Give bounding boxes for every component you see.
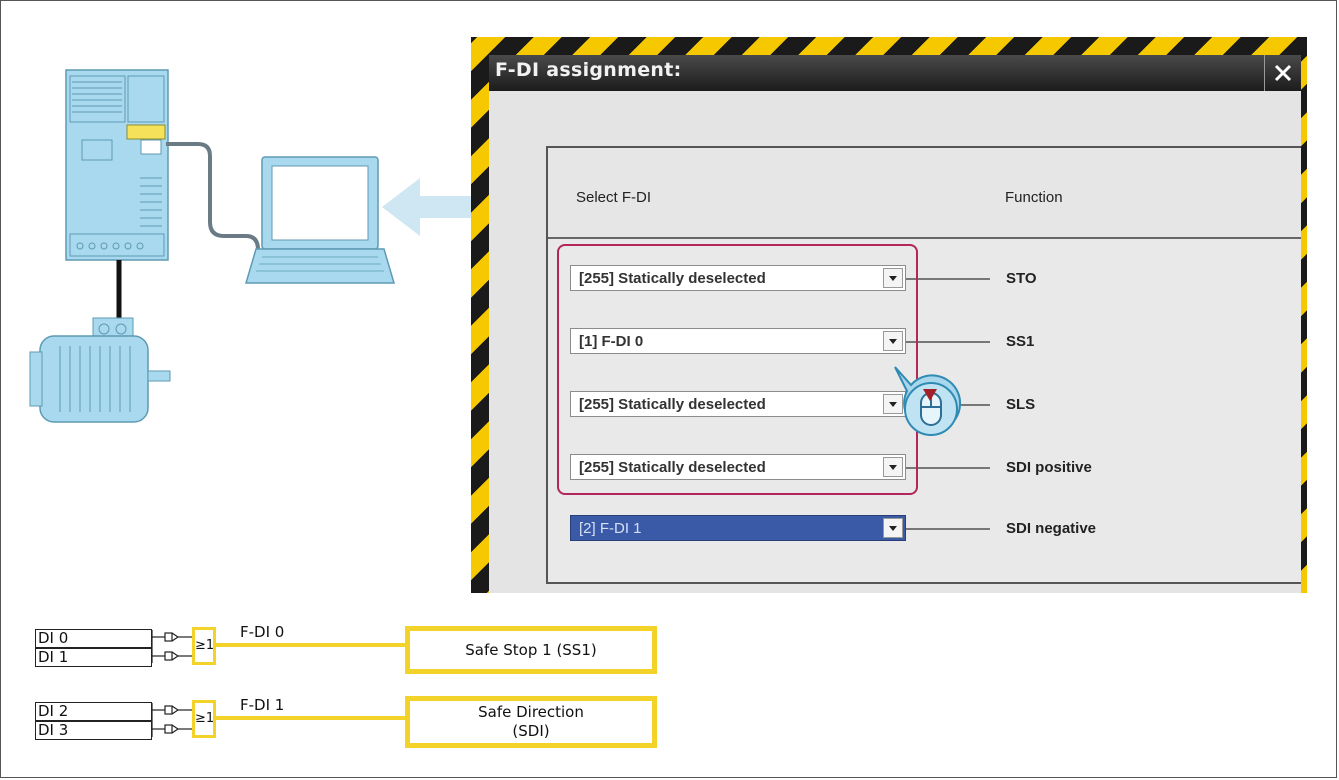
motor-icon bbox=[29, 317, 171, 423]
signal-line-2 bbox=[214, 716, 406, 720]
safe-direction-label-line2: (SDI) bbox=[512, 722, 550, 740]
di-1-box: DI 1 bbox=[35, 648, 152, 667]
signal-line-1 bbox=[214, 643, 406, 647]
laptop-icon bbox=[244, 156, 396, 284]
selection-highlight bbox=[557, 244, 918, 495]
safe-stop-1-label: Safe Stop 1 (SS1) bbox=[465, 640, 597, 659]
dialog-title: F-DI assignment: bbox=[495, 59, 682, 81]
close-button[interactable] bbox=[1264, 55, 1301, 91]
di-3-box: DI 3 bbox=[35, 721, 152, 740]
f-di-select-sdi-negative[interactable]: [2] F-DI 1 bbox=[570, 515, 906, 541]
function-label-sdi-positive: SDI positive bbox=[1006, 459, 1092, 476]
chevron-down-icon[interactable] bbox=[883, 518, 903, 538]
function-label-sdi-negative: SDI negative bbox=[1006, 520, 1097, 537]
safe-direction-box: Safe Direction (SDI) bbox=[405, 696, 657, 748]
panel-header: Select F-DI Function bbox=[548, 148, 1301, 239]
select-f-di-header: Select F-DI bbox=[576, 189, 652, 206]
or-gate-1: ≥1 bbox=[192, 627, 216, 665]
function-label-ss1: SS1 bbox=[1006, 333, 1035, 350]
function-label-sls: SLS bbox=[1006, 396, 1036, 413]
function-label-sto: STO bbox=[1006, 270, 1037, 287]
converter-icon bbox=[65, 69, 169, 261]
connector-line bbox=[906, 278, 990, 280]
logic-diagram: DI 0 DI 1 ≥1 F-DI 0 Safe Stop 1 (SS1) DI… bbox=[0, 600, 700, 770]
connector-line bbox=[906, 528, 990, 530]
arrow-left-icon bbox=[382, 178, 476, 236]
di-0-box: DI 0 bbox=[35, 629, 152, 648]
function-header: Function bbox=[1005, 189, 1063, 206]
combo-value: [2] F-DI 1 bbox=[579, 520, 642, 537]
or-gate-2: ≥1 bbox=[192, 700, 216, 738]
connector-line bbox=[906, 467, 990, 469]
f-di-0-label: F-DI 0 bbox=[240, 623, 285, 641]
hardware-illustration bbox=[29, 69, 476, 423]
safe-stop-1-box: Safe Stop 1 (SS1) bbox=[405, 626, 657, 674]
f-di-1-label: F-DI 1 bbox=[240, 696, 285, 714]
close-icon bbox=[1274, 64, 1292, 82]
safe-direction-label-line1: Safe Direction bbox=[478, 703, 584, 721]
connector-line bbox=[906, 341, 990, 343]
mouse-cursor-icon bbox=[894, 366, 962, 436]
di-2-box: DI 2 bbox=[35, 702, 152, 721]
dialog-titlebar: F-DI assignment: bbox=[489, 55, 1301, 91]
